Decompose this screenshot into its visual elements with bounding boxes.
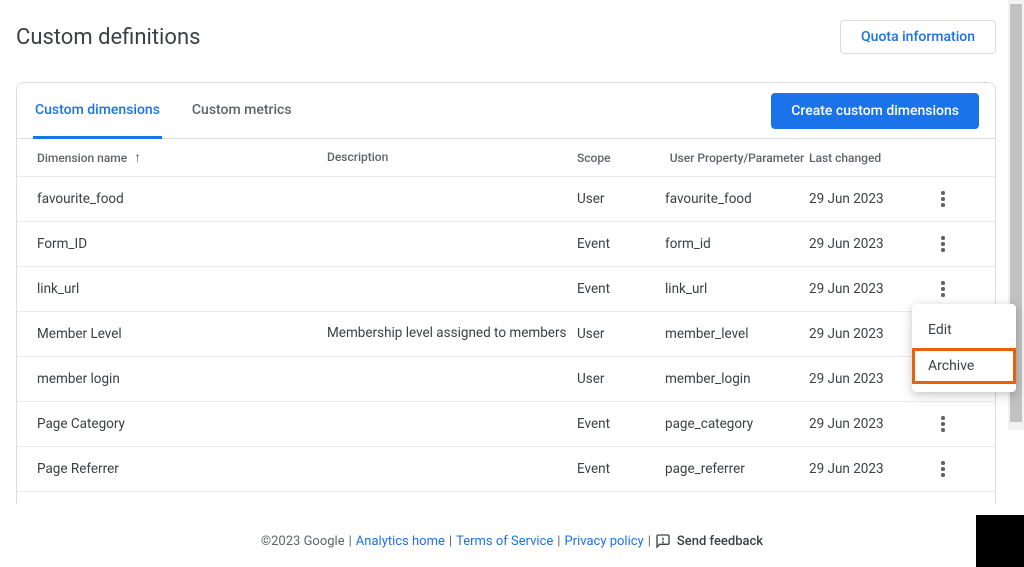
send-feedback-button[interactable]: Send feedback <box>655 533 763 549</box>
cell-parameter: favourite_food <box>665 191 809 207</box>
feedback-icon <box>655 533 671 549</box>
table-row: member login Usermember_login29 Jun 2023 <box>17 357 995 402</box>
cell-description: Membership level assigned to members <box>327 325 577 343</box>
cell-scope: Event <box>577 236 665 252</box>
tab-custom-metrics[interactable]: Custom metrics <box>190 83 294 139</box>
column-header-scope[interactable]: Scope <box>577 151 665 165</box>
cell-name: Page Referrer <box>37 461 327 477</box>
footer-link-privacy[interactable]: Privacy policy <box>564 534 643 549</box>
cell-parameter: page_referrer <box>665 461 809 477</box>
cell-scope: User <box>577 371 665 387</box>
menu-item-archive[interactable]: Archive <box>912 348 1016 384</box>
menu-item-edit[interactable]: Edit <box>912 312 1016 348</box>
row-actions-button[interactable] <box>931 502 955 504</box>
footer-link-analytics-home[interactable]: Analytics home <box>356 534 445 549</box>
column-header-description[interactable]: Description <box>327 150 577 166</box>
cell-scope: Event <box>577 416 665 432</box>
footer: ©2023 Google | Analytics home | Terms of… <box>0 515 1024 567</box>
cell-date: 29 Jun 2023 <box>809 236 929 252</box>
cell-date: 29 Jun 2023 <box>809 281 929 297</box>
cell-name: Form_ID <box>37 236 327 252</box>
page-title: Custom definitions <box>16 25 200 50</box>
definitions-card: Custom dimensions Custom metrics Create … <box>16 82 996 504</box>
cell-scope: Event <box>577 461 665 477</box>
cell-name: member login <box>37 371 327 387</box>
cell-parameter: page_category <box>665 416 809 432</box>
row-actions-button[interactable] <box>931 277 955 301</box>
table-header: Dimension name ↑ Description Scope User … <box>17 139 995 177</box>
row-actions-menu: Edit Archive <box>912 304 1016 392</box>
cell-parameter: link_url <box>665 281 809 297</box>
column-header-name[interactable]: Dimension name ↑ <box>37 149 327 166</box>
row-actions-button[interactable] <box>931 412 955 436</box>
cell-scope: Event <box>577 281 665 297</box>
cell-name: favourite_food <box>37 191 327 207</box>
cell-date: 29 Jun 2023 <box>809 371 929 387</box>
cell-date: 29 Jun 2023 <box>809 191 929 207</box>
cell-name: Member Level <box>37 326 327 342</box>
cell-date: 29 Jun 2023 <box>809 461 929 477</box>
table-row: Form_ID Eventform_id29 Jun 2023 <box>17 222 995 267</box>
column-header-parameter[interactable]: User Property/Parameter <box>665 151 809 165</box>
table-row: Reading TimeEstimated reading time of a … <box>17 492 995 504</box>
column-header-last-changed[interactable]: Last changed <box>809 151 929 165</box>
cell-name: Page Category <box>37 416 327 432</box>
footer-link-terms[interactable]: Terms of Service <box>456 534 553 549</box>
quota-information-button[interactable]: Quota information <box>840 20 996 54</box>
table-row: Page Referrer Eventpage_referrer29 Jun 20… <box>17 447 995 492</box>
cell-scope: User <box>577 191 665 207</box>
cell-name: link_url <box>37 281 327 297</box>
cell-date: 29 Jun 2023 <box>809 326 929 342</box>
cell-date: 29 Jun 2023 <box>809 416 929 432</box>
sort-ascending-icon: ↑ <box>134 150 141 166</box>
cell-parameter: form_id <box>665 236 809 252</box>
row-actions-button[interactable] <box>931 187 955 211</box>
table-row: Member LevelMembership level assigned to… <box>17 312 995 357</box>
cell-scope: User <box>577 326 665 342</box>
table-row: link_urlEventlink_url29 Jun 2023 <box>17 267 995 312</box>
create-custom-dimensions-button[interactable]: Create custom dimensions <box>771 93 979 129</box>
cell-parameter: member_level <box>665 326 809 342</box>
tab-custom-dimensions[interactable]: Custom dimensions <box>33 83 162 139</box>
table-row: Page Category Eventpage_category29 Jun 20… <box>17 402 995 447</box>
row-actions-button[interactable] <box>931 457 955 481</box>
footer-copyright: ©2023 Google <box>261 534 345 549</box>
row-actions-button[interactable] <box>931 232 955 256</box>
corner-overlay <box>976 515 1024 567</box>
cell-parameter: member_login <box>665 371 809 387</box>
table-row: favourite_foodUserfavourite_food29 Jun 2… <box>17 177 995 222</box>
